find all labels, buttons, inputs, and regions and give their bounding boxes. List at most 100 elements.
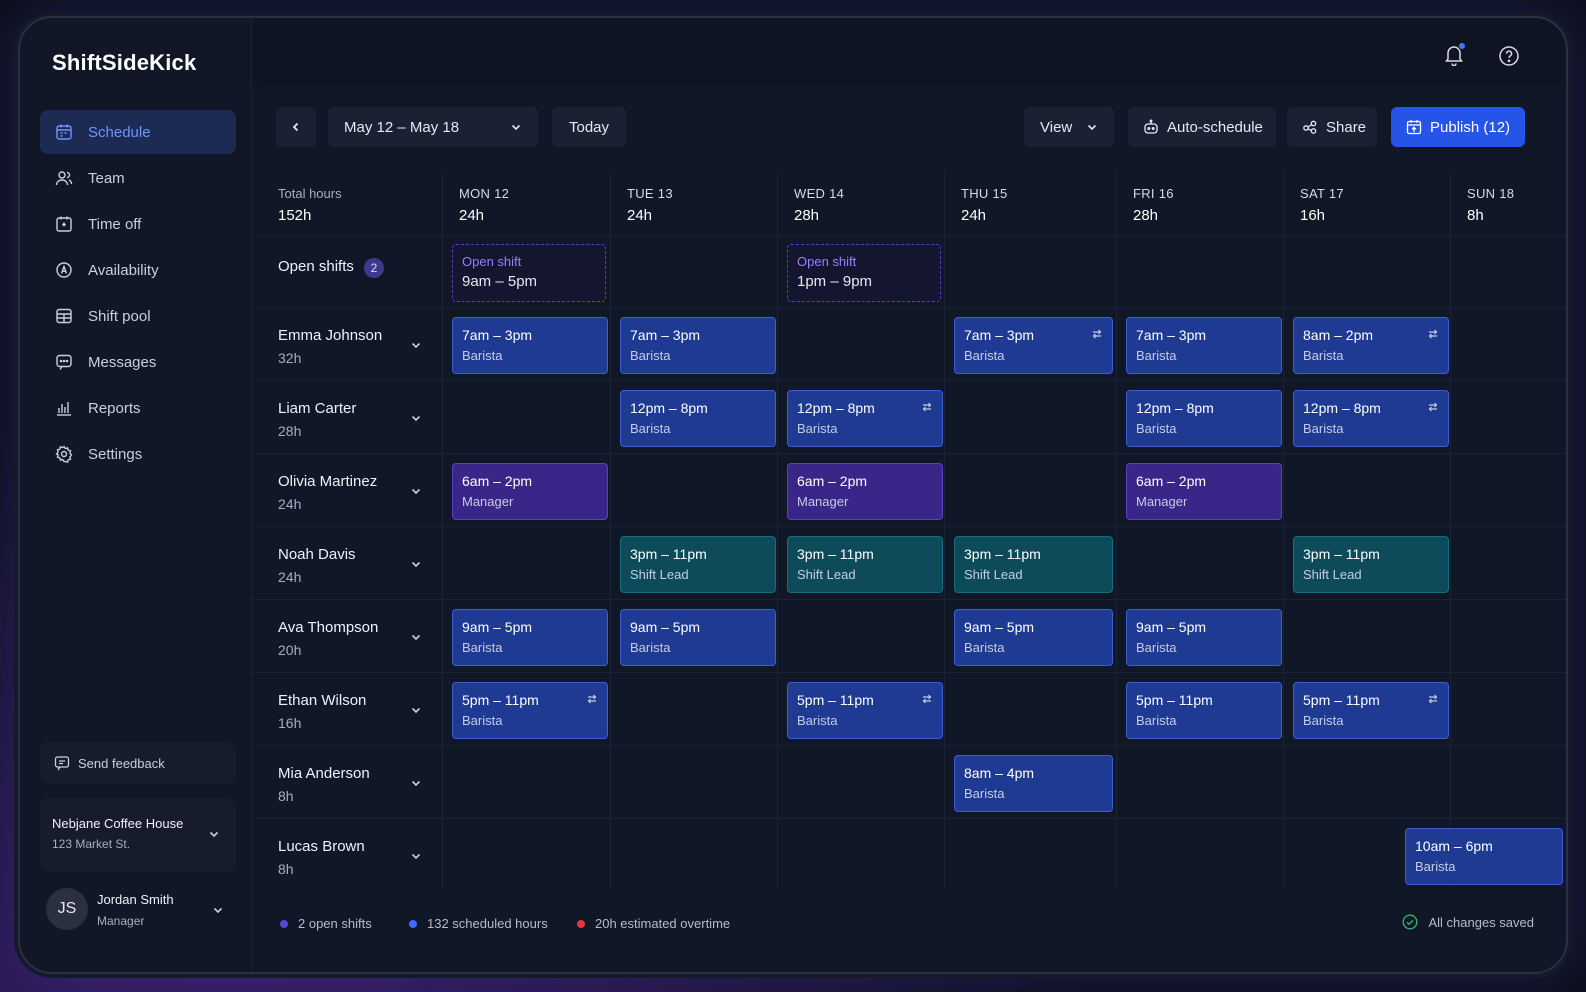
sidebar-item-schedule[interactable]: Schedule <box>40 110 236 154</box>
shift-card[interactable]: 12pm – 8pm Barista <box>1293 390 1449 447</box>
workspace-switcher[interactable]: Nebjane Coffee House 123 Market St. <box>40 798 236 872</box>
employee-name: Ava Thompson <box>278 619 379 636</box>
open-shift-tag: Open shift <box>797 254 857 269</box>
publish-button[interactable]: Publish (12) <box>1391 107 1525 147</box>
chevron-down-icon[interactable] <box>410 412 422 424</box>
help-button[interactable] <box>1496 43 1522 69</box>
sidebar-item-shift-pool[interactable]: Shift pool <box>40 294 236 338</box>
today-label: Today <box>568 118 610 136</box>
chevron-down-icon[interactable] <box>410 704 422 716</box>
open-shift-time: 1pm – 9pm <box>797 273 873 290</box>
day-label: TUE 13 <box>627 186 673 201</box>
user-menu[interactable]: JS Jordan Smith Manager <box>46 886 236 934</box>
shift-card[interactable]: 9am – 5pm Barista <box>620 609 776 666</box>
sidebar-item-availability[interactable]: Availability <box>40 248 236 292</box>
today-button[interactable]: Today <box>552 107 626 147</box>
chevron-down-icon[interactable] <box>410 631 422 643</box>
notifications-button[interactable] <box>1441 42 1467 68</box>
shift-card[interactable]: 12pm – 8pm Barista <box>620 390 776 447</box>
shift-role: Barista <box>462 713 503 728</box>
sidebar-item-messages[interactable]: Messages <box>40 340 236 384</box>
shift-role: Barista <box>1303 348 1344 363</box>
time-off-icon <box>54 214 74 234</box>
share-button[interactable]: Share <box>1287 107 1377 147</box>
shift-card[interactable]: 7am – 3pm Barista <box>452 317 608 374</box>
shift-card[interactable]: 7am – 3pm Barista <box>620 317 776 374</box>
swap-icon <box>1427 328 1439 340</box>
user-name: Jordan Smith <box>97 892 174 907</box>
availability-icon <box>54 260 74 280</box>
shift-card[interactable]: 9am – 5pm Barista <box>1126 609 1282 666</box>
send-feedback-button[interactable]: Send feedback <box>40 742 236 784</box>
employee-name: Liam Carter <box>278 400 357 417</box>
user-role: Manager <box>97 914 145 928</box>
total-hours-label: Total hours <box>278 186 342 201</box>
legend-dot <box>577 919 585 928</box>
message-icon <box>54 352 74 372</box>
chevron-down-icon[interactable] <box>410 339 422 351</box>
auto-schedule-button[interactable]: Auto-schedule <box>1128 107 1276 147</box>
employee-row: Lucas Brown 8h 10am – 6pm Barista <box>252 819 1566 892</box>
previous-week-button[interactable] <box>276 107 316 147</box>
shift-time: 9am – 5pm <box>964 619 1035 635</box>
date-range-picker[interactable]: May 12 – May 18 <box>328 107 538 147</box>
shift-card[interactable]: 9am – 5pm Barista <box>954 609 1113 666</box>
avatar: JS <box>46 888 88 930</box>
employee-hours: 16h <box>278 715 302 731</box>
shift-card[interactable]: 3pm – 11pm Shift Lead <box>1293 536 1449 593</box>
shift-card[interactable]: 6am – 2pm Manager <box>787 463 943 520</box>
employee-hours: 32h <box>278 350 302 366</box>
employee-name: Mia Anderson <box>278 765 370 782</box>
shift-card[interactable]: 8am – 4pm Barista <box>954 755 1113 812</box>
chevron-down-icon[interactable] <box>410 850 422 862</box>
shift-card[interactable]: 10am – 6pm Barista <box>1405 828 1563 885</box>
sidebar: ShiftSideKick Schedule Team Time off Availa… <box>20 18 252 972</box>
shift-role: Barista <box>1136 640 1177 655</box>
view-dropdown[interactable]: View <box>1024 107 1114 147</box>
open-shifts-row: Open shifts 2 Open shift 9am – 5pm Open sh… <box>252 236 1566 308</box>
shift-card[interactable]: 5pm – 11pm Barista <box>1126 682 1282 739</box>
chevron-down-icon[interactable] <box>410 558 422 570</box>
employee-name: Emma Johnson <box>278 327 383 344</box>
shift-card[interactable]: 7am – 3pm Barista <box>954 317 1113 374</box>
shift-card[interactable]: 5pm – 11pm Barista <box>787 682 943 739</box>
sidebar-item-settings[interactable]: Settings <box>40 432 236 476</box>
shift-card[interactable]: 12pm – 8pm Barista <box>787 390 943 447</box>
shift-role: Barista <box>964 786 1005 801</box>
shift-card[interactable]: 12pm – 8pm Barista <box>1126 390 1282 447</box>
shift-card[interactable]: 3pm – 11pm Shift Lead <box>954 536 1113 593</box>
shift-card[interactable]: 9am – 5pm Barista <box>452 609 608 666</box>
employee-name: Noah Davis <box>278 546 356 563</box>
shift-role: Barista <box>797 713 838 728</box>
day-label: FRI 16 <box>1133 186 1174 201</box>
shift-card[interactable]: 5pm – 11pm Barista <box>452 682 608 739</box>
shift-card[interactable]: 7am – 3pm Barista <box>1126 317 1282 374</box>
shift-card[interactable]: 5pm – 11pm Barista <box>1293 682 1449 739</box>
shift-role: Barista <box>964 640 1005 655</box>
shift-role: Barista <box>462 348 503 363</box>
shift-role: Shift Lead <box>630 567 689 582</box>
shift-card[interactable]: 6am – 2pm Manager <box>452 463 608 520</box>
save-status-label: All changes saved <box>1428 914 1534 930</box>
swap-icon <box>921 401 933 413</box>
shift-time: 3pm – 11pm <box>964 546 1041 562</box>
publish-icon <box>1406 119 1422 135</box>
calendar-icon <box>54 122 74 142</box>
employee-row: Mia Anderson 8h 8am – 4pm Barista <box>252 746 1566 819</box>
chevron-down-icon[interactable] <box>410 777 422 789</box>
sidebar-item-time-off[interactable]: Time off <box>40 202 236 246</box>
shift-time: 3pm – 11pm <box>797 546 874 562</box>
open-shift-card[interactable]: Open shift 9am – 5pm <box>452 244 606 302</box>
sidebar-item-reports[interactable]: Reports <box>40 386 236 430</box>
auto-schedule-icon <box>1143 119 1159 135</box>
chevron-down-icon[interactable] <box>410 485 422 497</box>
open-shift-card[interactable]: Open shift 1pm – 9pm <box>787 244 941 302</box>
shift-card[interactable]: 3pm – 11pm Shift Lead <box>620 536 776 593</box>
shift-card[interactable]: 3pm – 11pm Shift Lead <box>787 536 943 593</box>
shift-card[interactable]: 6am – 2pm Manager <box>1126 463 1282 520</box>
employee-hours: 28h <box>278 423 302 439</box>
shift-card[interactable]: 8am – 2pm Barista <box>1293 317 1449 374</box>
shift-time: 3pm – 11pm <box>630 546 707 562</box>
sidebar-item-team[interactable]: Team <box>40 156 236 200</box>
help-icon <box>1498 45 1520 67</box>
